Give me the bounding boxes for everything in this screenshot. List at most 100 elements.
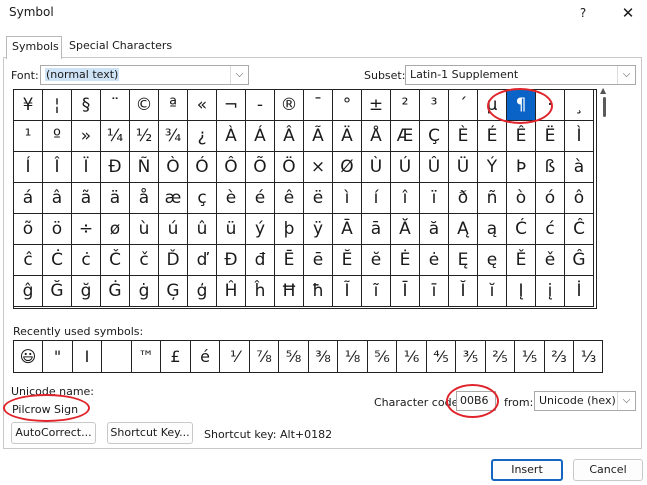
subset-dropdown[interactable]: Latin-1 Supplement ⌵ [405,65,636,85]
symbol-cell[interactable]: Î [43,152,72,183]
symbol-cell[interactable]: ċ [72,245,101,276]
symbol-cell[interactable]: ± [362,90,391,121]
symbol-cell[interactable]: Ý [478,152,507,183]
symbol-cell[interactable]: ê [275,183,304,214]
symbol-cell[interactable]: ó [536,183,565,214]
symbol-cell[interactable]: È [449,121,478,152]
symbol-cell[interactable]: Ā [333,214,362,245]
recent-symbol-cell[interactable]: I [73,341,102,372]
symbol-cell[interactable]: ú [159,214,188,245]
symbol-cell[interactable]: Ĩ [333,276,362,307]
symbol-cell[interactable]: ® [275,90,304,121]
symbol-cell[interactable]: ¯ [304,90,333,121]
symbol-cell[interactable]: ù [130,214,159,245]
symbol-cell[interactable]: ò [507,183,536,214]
symbol-cell[interactable]: ð [449,183,478,214]
symbol-cell[interactable]: Ú [391,152,420,183]
symbol-cell[interactable]: ß [536,152,565,183]
symbol-cell[interactable]: Ĕ [333,245,362,276]
help-button[interactable]: ? [570,0,596,26]
scroll-up-icon[interactable]: ▲ [600,86,606,95]
symbol-cell[interactable]: ë [304,183,333,214]
symbol-cell[interactable]: õ [14,214,43,245]
recent-symbol-cell[interactable]: ⅓ [574,341,602,372]
symbol-cell[interactable]: ć [536,214,565,245]
symbol-cell[interactable]: Ć [507,214,536,245]
symbol-cell[interactable]: Ø [333,152,362,183]
symbol-cell[interactable]: ę [478,245,507,276]
symbol-cell[interactable]: Ü [449,152,478,183]
recent-symbol-cell[interactable]: 😃 [14,341,43,372]
symbol-cell[interactable]: ¦ [43,90,72,121]
symbol-cell[interactable]: ª [159,90,188,121]
symbol-cell[interactable]: ï [420,183,449,214]
symbol-cell[interactable]: ¿ [188,121,217,152]
symbol-cell[interactable]: Ę [449,245,478,276]
recent-symbol-cell[interactable]: ⅟ [220,341,250,372]
symbol-cell[interactable]: À [217,121,246,152]
symbol-cell[interactable]: ¬ [217,90,246,121]
symbol-cell[interactable]: Ĝ [565,245,594,276]
symbol-cell[interactable]: Á [246,121,275,152]
symbol-cell[interactable]: ² [391,90,420,121]
symbol-cell[interactable]: Ė [391,245,420,276]
shortcut-key-button[interactable]: Shortcut Key... [107,422,193,444]
symbol-cell[interactable]: Ă [391,214,420,245]
recent-symbol-cell[interactable]: ⅛ [338,341,368,372]
cancel-button[interactable]: Cancel [573,459,643,481]
symbol-cell[interactable]: ö [43,214,72,245]
symbol-cell[interactable]: Į [507,276,536,307]
close-button[interactable]: ✕ [613,0,643,26]
symbol-cell[interactable]: Ô [217,152,246,183]
recent-symbol-cell[interactable]: ⅞ [250,341,279,372]
symbol-cell[interactable]: Ĭ [449,276,478,307]
grid-scrollbar[interactable]: ▲ [599,86,611,309]
symbol-cell[interactable]: ė [420,245,449,276]
symbol-cell[interactable]: ĥ [246,276,275,307]
symbol-cell[interactable]: Ì [565,121,594,152]
symbol-cell[interactable]: Č [101,245,130,276]
symbol-cell[interactable]: Ç [420,121,449,152]
recent-symbol-cell[interactable]: ⅝ [279,341,309,372]
recent-symbol-cell[interactable]: ⅖ [486,341,515,372]
symbol-cell[interactable]: ĩ [362,276,391,307]
symbol-cell[interactable]: Ä [333,121,362,152]
symbol-cell[interactable]: » [72,121,101,152]
symbol-cell[interactable]: í [362,183,391,214]
symbol-cell[interactable]: Đ [217,245,246,276]
symbol-cell[interactable]: Ó [188,152,217,183]
symbol-cell[interactable]: Ĉ [565,214,594,245]
symbol-cell[interactable]: Ī [391,276,420,307]
symbol-cell[interactable]: ý [246,214,275,245]
symbol-cell[interactable]: ü [217,214,246,245]
symbol-cell[interactable]: Í [14,152,43,183]
symbol-cell[interactable]: î [391,183,420,214]
recent-symbol-cell[interactable]: ⅜ [309,341,338,372]
symbol-cell[interactable]: Ï [72,152,101,183]
symbol-cell[interactable]: ā [362,214,391,245]
symbol-cell[interactable]: « [188,90,217,121]
symbol-cell[interactable]: ç [188,183,217,214]
symbol-cell[interactable]: ¨ [101,90,130,121]
symbol-cell[interactable]: ô [565,183,594,214]
recent-symbol-cell[interactable]: ™ [132,341,161,372]
symbol-cell[interactable]: º [43,121,72,152]
symbol-cell[interactable]: ą [478,214,507,245]
symbol-cell[interactable]: ī [420,276,449,307]
symbol-cell[interactable]: ÷ [72,214,101,245]
symbol-cell[interactable]: Ģ [159,276,188,307]
symbol-cell[interactable]: ĕ [362,245,391,276]
recent-symbol-cell[interactable]: ⅙ [397,341,427,372]
scroll-thumb[interactable] [603,97,606,117]
symbol-cell[interactable]: ď [188,245,217,276]
symbol-cell[interactable]: ē [304,245,333,276]
symbol-cell[interactable]: ĝ [14,276,43,307]
symbol-cell[interactable]: ğ [72,276,101,307]
symbol-cell[interactable]: ¹ [14,121,43,152]
symbol-cell[interactable]: ¸ [565,90,594,121]
symbol-cell[interactable]: å [130,183,159,214]
recent-symbol-cell[interactable]: ⅘ [427,341,456,372]
recent-symbol-cell[interactable]: é [191,341,220,372]
symbol-cell[interactable]: Õ [246,152,275,183]
symbol-cell[interactable]: ÿ [304,214,333,245]
